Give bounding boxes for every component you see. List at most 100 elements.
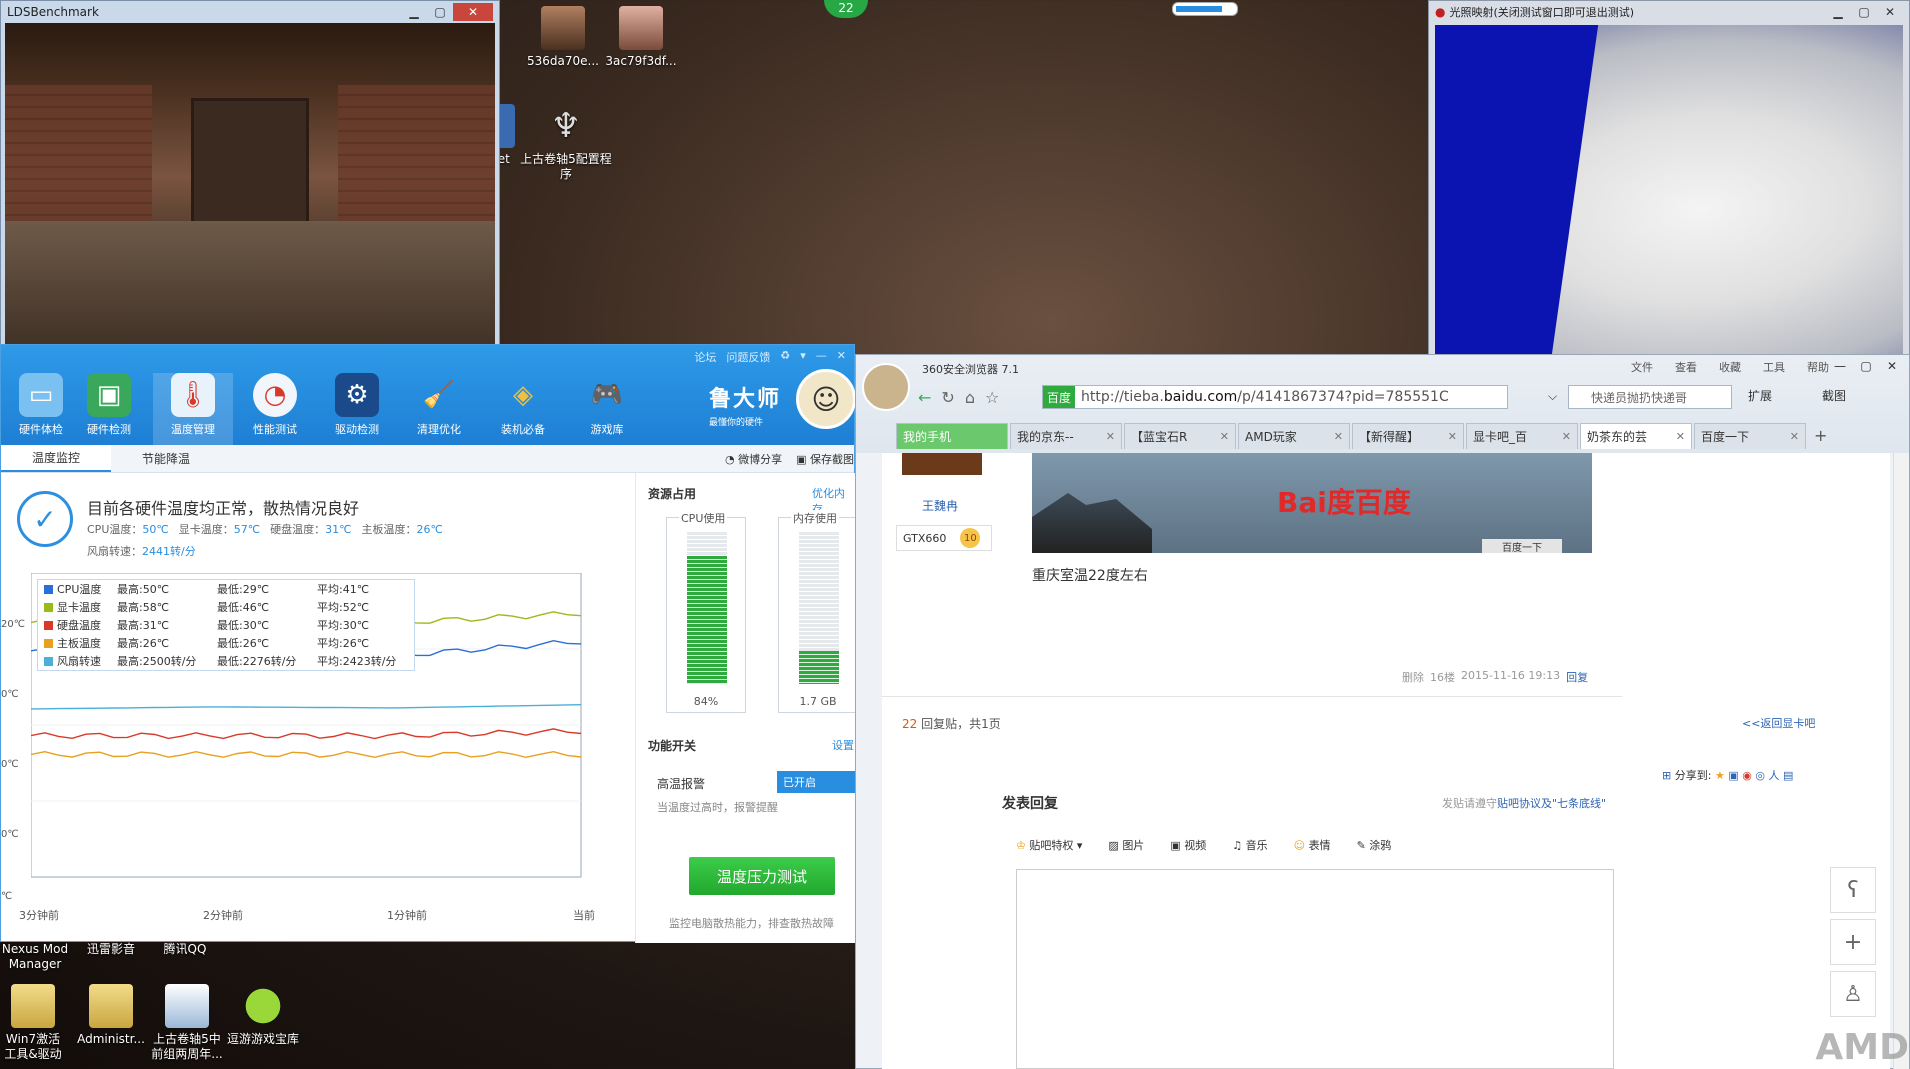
new-tab-icon[interactable]: + [1814,426,1827,445]
desktop-icon-skyrim[interactable]: 上古卷轴5中前组两周年... [148,984,226,1062]
person-icon[interactable]: ♙ [1830,971,1876,1017]
bear-icon[interactable]: ʕ [1830,867,1876,913]
browser-tab[interactable]: 我的手机 [896,423,1008,449]
tool-performance[interactable]: ◔ 性能测试 [235,373,315,437]
home-icon[interactable]: ⌂ [965,388,975,407]
music-button[interactable]: ♫ 音乐 [1232,837,1267,853]
share-qq-icon[interactable]: ◎ [1755,769,1765,782]
tab-close-icon[interactable]: ✕ [1220,430,1229,443]
desktop-icon-image-1[interactable]: 536da70e... [518,6,608,69]
menu-view[interactable]: 查看 [1675,359,1697,375]
search-box[interactable]: 快递员抛扔快递哥 [1568,385,1732,409]
share-more-icon[interactable]: ▤ [1783,769,1793,782]
browser-tab[interactable]: 【蓝宝石R ✕ [1124,423,1236,449]
desktop-icon-xunlei[interactable]: 迅雷影音 [76,942,146,957]
lds-title-bar[interactable]: LDSBenchmark ▁ ▢ ✕ [1,1,499,23]
desktop-icon-admin[interactable]: Administr... [72,984,150,1047]
browser-tab[interactable]: 奶茶东的芸 ✕ [1580,423,1692,449]
tab-close-icon[interactable]: ✕ [1562,430,1571,443]
alarm-description: 当温度过高时，报警提醒 [657,801,778,814]
share-qzone-icon[interactable]: ★ [1715,769,1725,782]
back-icon[interactable]: ← [918,388,931,407]
browser-tab[interactable]: 【新得醒】 ✕ [1352,423,1464,449]
save-screenshot-button[interactable]: ▣ 保存截图 [796,451,854,467]
tool-cleanup[interactable]: 🧹 清理优化 [399,373,479,437]
close-icon[interactable]: ✕ [453,3,493,21]
close-icon[interactable]: ✕ [837,349,846,365]
browser-tab[interactable]: 我的京东-- ✕ [1010,423,1122,449]
delete-link[interactable]: 删除 [1402,669,1424,685]
desktop-icon-win7[interactable]: Win7激活工具&驱动 [0,984,66,1062]
emoji-button[interactable]: ☺ 表情 [1294,837,1331,853]
tab-title: 【蓝宝石R [1131,430,1188,444]
tool-essentials[interactable]: ◈ 装机必备 [483,373,563,437]
tab-close-icon[interactable]: ✕ [1334,430,1343,443]
video-button[interactable]: ▣ 视频 [1170,837,1206,853]
reply-link[interactable]: 回复 [1566,669,1588,685]
privilege-button[interactable]: ♔ 贴吧特权 ▾ [1016,837,1082,853]
menu-icon[interactable]: ▾ [800,349,806,365]
forum-link[interactable]: 论坛 [694,349,716,365]
feedback-link[interactable]: 问题反馈 [726,349,770,365]
tool-temperature[interactable]: 🌡 温度管理 [153,373,233,445]
share-weibo-icon[interactable]: ◉ [1742,769,1752,782]
desktop-icon-qq[interactable]: 腾讯QQ [150,942,220,957]
menu-file[interactable]: 文件 [1631,359,1653,375]
tool-hardware-detect[interactable]: ▣ 硬件检测 [69,373,149,437]
minimize-icon[interactable]: — [816,349,827,365]
desktop-icon-skyrim-config[interactable]: ♆ 上古卷轴5配置程序 [520,104,612,182]
close-icon[interactable]: ✕ [1879,357,1905,375]
tab-close-icon[interactable]: ✕ [1448,430,1457,443]
doodle-button[interactable]: ✎ 涂鸦 [1357,837,1392,853]
browser-tab[interactable]: 百度一下 ✕ [1694,423,1806,449]
agreement-link[interactable]: 贴吧协议及"七条底线" [1497,797,1606,810]
reply-editor[interactable] [1016,869,1614,1069]
maximize-icon[interactable]: ▢ [427,3,453,21]
address-bar[interactable]: 百度 http://tieba. baidu.com/p/4141867374?p… [1042,385,1508,409]
share-tieba-icon[interactable]: ▣ [1728,769,1738,782]
light-title-bar[interactable]: ● 光照映射(关闭测试窗口即可退出测试) ▁ ▢ ✕ [1429,1,1909,23]
minimize-icon[interactable]: ▁ [1825,3,1851,21]
profile-avatar[interactable] [862,363,910,411]
star-icon[interactable]: ☆ [985,388,999,407]
back-to-forum-link[interactable]: <<返回显卡吧 [1742,715,1815,731]
maximize-icon[interactable]: ▢ [1851,3,1877,21]
share-renren-icon[interactable]: 人 [1768,769,1779,782]
tool-games[interactable]: 🎮 游戏库 [567,373,647,437]
refresh-icon[interactable]: ↻ [941,388,954,407]
image-button[interactable]: ▨ 图片 [1108,837,1144,853]
close-icon[interactable]: ✕ [1877,3,1903,21]
browser-tab[interactable]: 显卡吧_百 ✕ [1466,423,1578,449]
mascot-icon: ☺ [796,369,856,429]
desktop-icon-image-2[interactable]: 3ac79f3df... [596,6,686,69]
minimize-icon[interactable]: — [1827,357,1853,375]
settings-link[interactable]: 设置 [832,737,854,753]
menu-help[interactable]: 帮助 [1807,359,1829,375]
tab-close-icon[interactable]: ✕ [1790,430,1799,443]
high-temp-alarm-toggle[interactable]: 已开启 [777,771,857,793]
tab-energy-saving[interactable]: 节能降温 [111,445,221,472]
tab-temperature-monitor[interactable]: 温度监控 [1,445,111,472]
username-link[interactable]: 王魏冉 [922,497,958,514]
menu-tools[interactable]: 工具 [1763,359,1785,375]
temperature-stress-test-button[interactable]: 温度压力测试 [689,857,835,895]
browser-tab[interactable]: AMD玩家 ✕ [1238,423,1350,449]
share-plus-icon[interactable]: ⊞ [1662,769,1671,782]
weibo-share-button[interactable]: ◔ 微博分享 [725,451,782,467]
tab-close-icon[interactable]: ✕ [1676,430,1685,443]
tool-driver[interactable]: ⚙ 驱动检测 [317,373,397,437]
tab-close-icon[interactable]: ✕ [1106,430,1115,443]
extensions-button[interactable]: 扩展 [1748,387,1772,404]
desktop-icon-nexus[interactable]: Nexus Mod Manager [0,942,70,972]
dropdown-icon[interactable]: ⌵ [1548,389,1557,404]
page-scrollbar[interactable] [1893,453,1909,1069]
post-image[interactable]: Bai度百度 百度一下 [1032,453,1592,553]
minimize-icon[interactable]: ▁ [401,3,427,21]
skin-icon[interactable]: ♻ [780,349,790,365]
screenshot-button[interactable]: 截图 [1822,387,1846,404]
menu-favorites[interactable]: 收藏 [1719,359,1741,375]
plus-icon[interactable]: + [1830,919,1876,965]
maximize-icon[interactable]: ▢ [1853,357,1879,375]
desktop-icon-douyou[interactable]: 逗游游戏宝库 [224,984,302,1047]
user-avatar[interactable] [902,453,982,475]
